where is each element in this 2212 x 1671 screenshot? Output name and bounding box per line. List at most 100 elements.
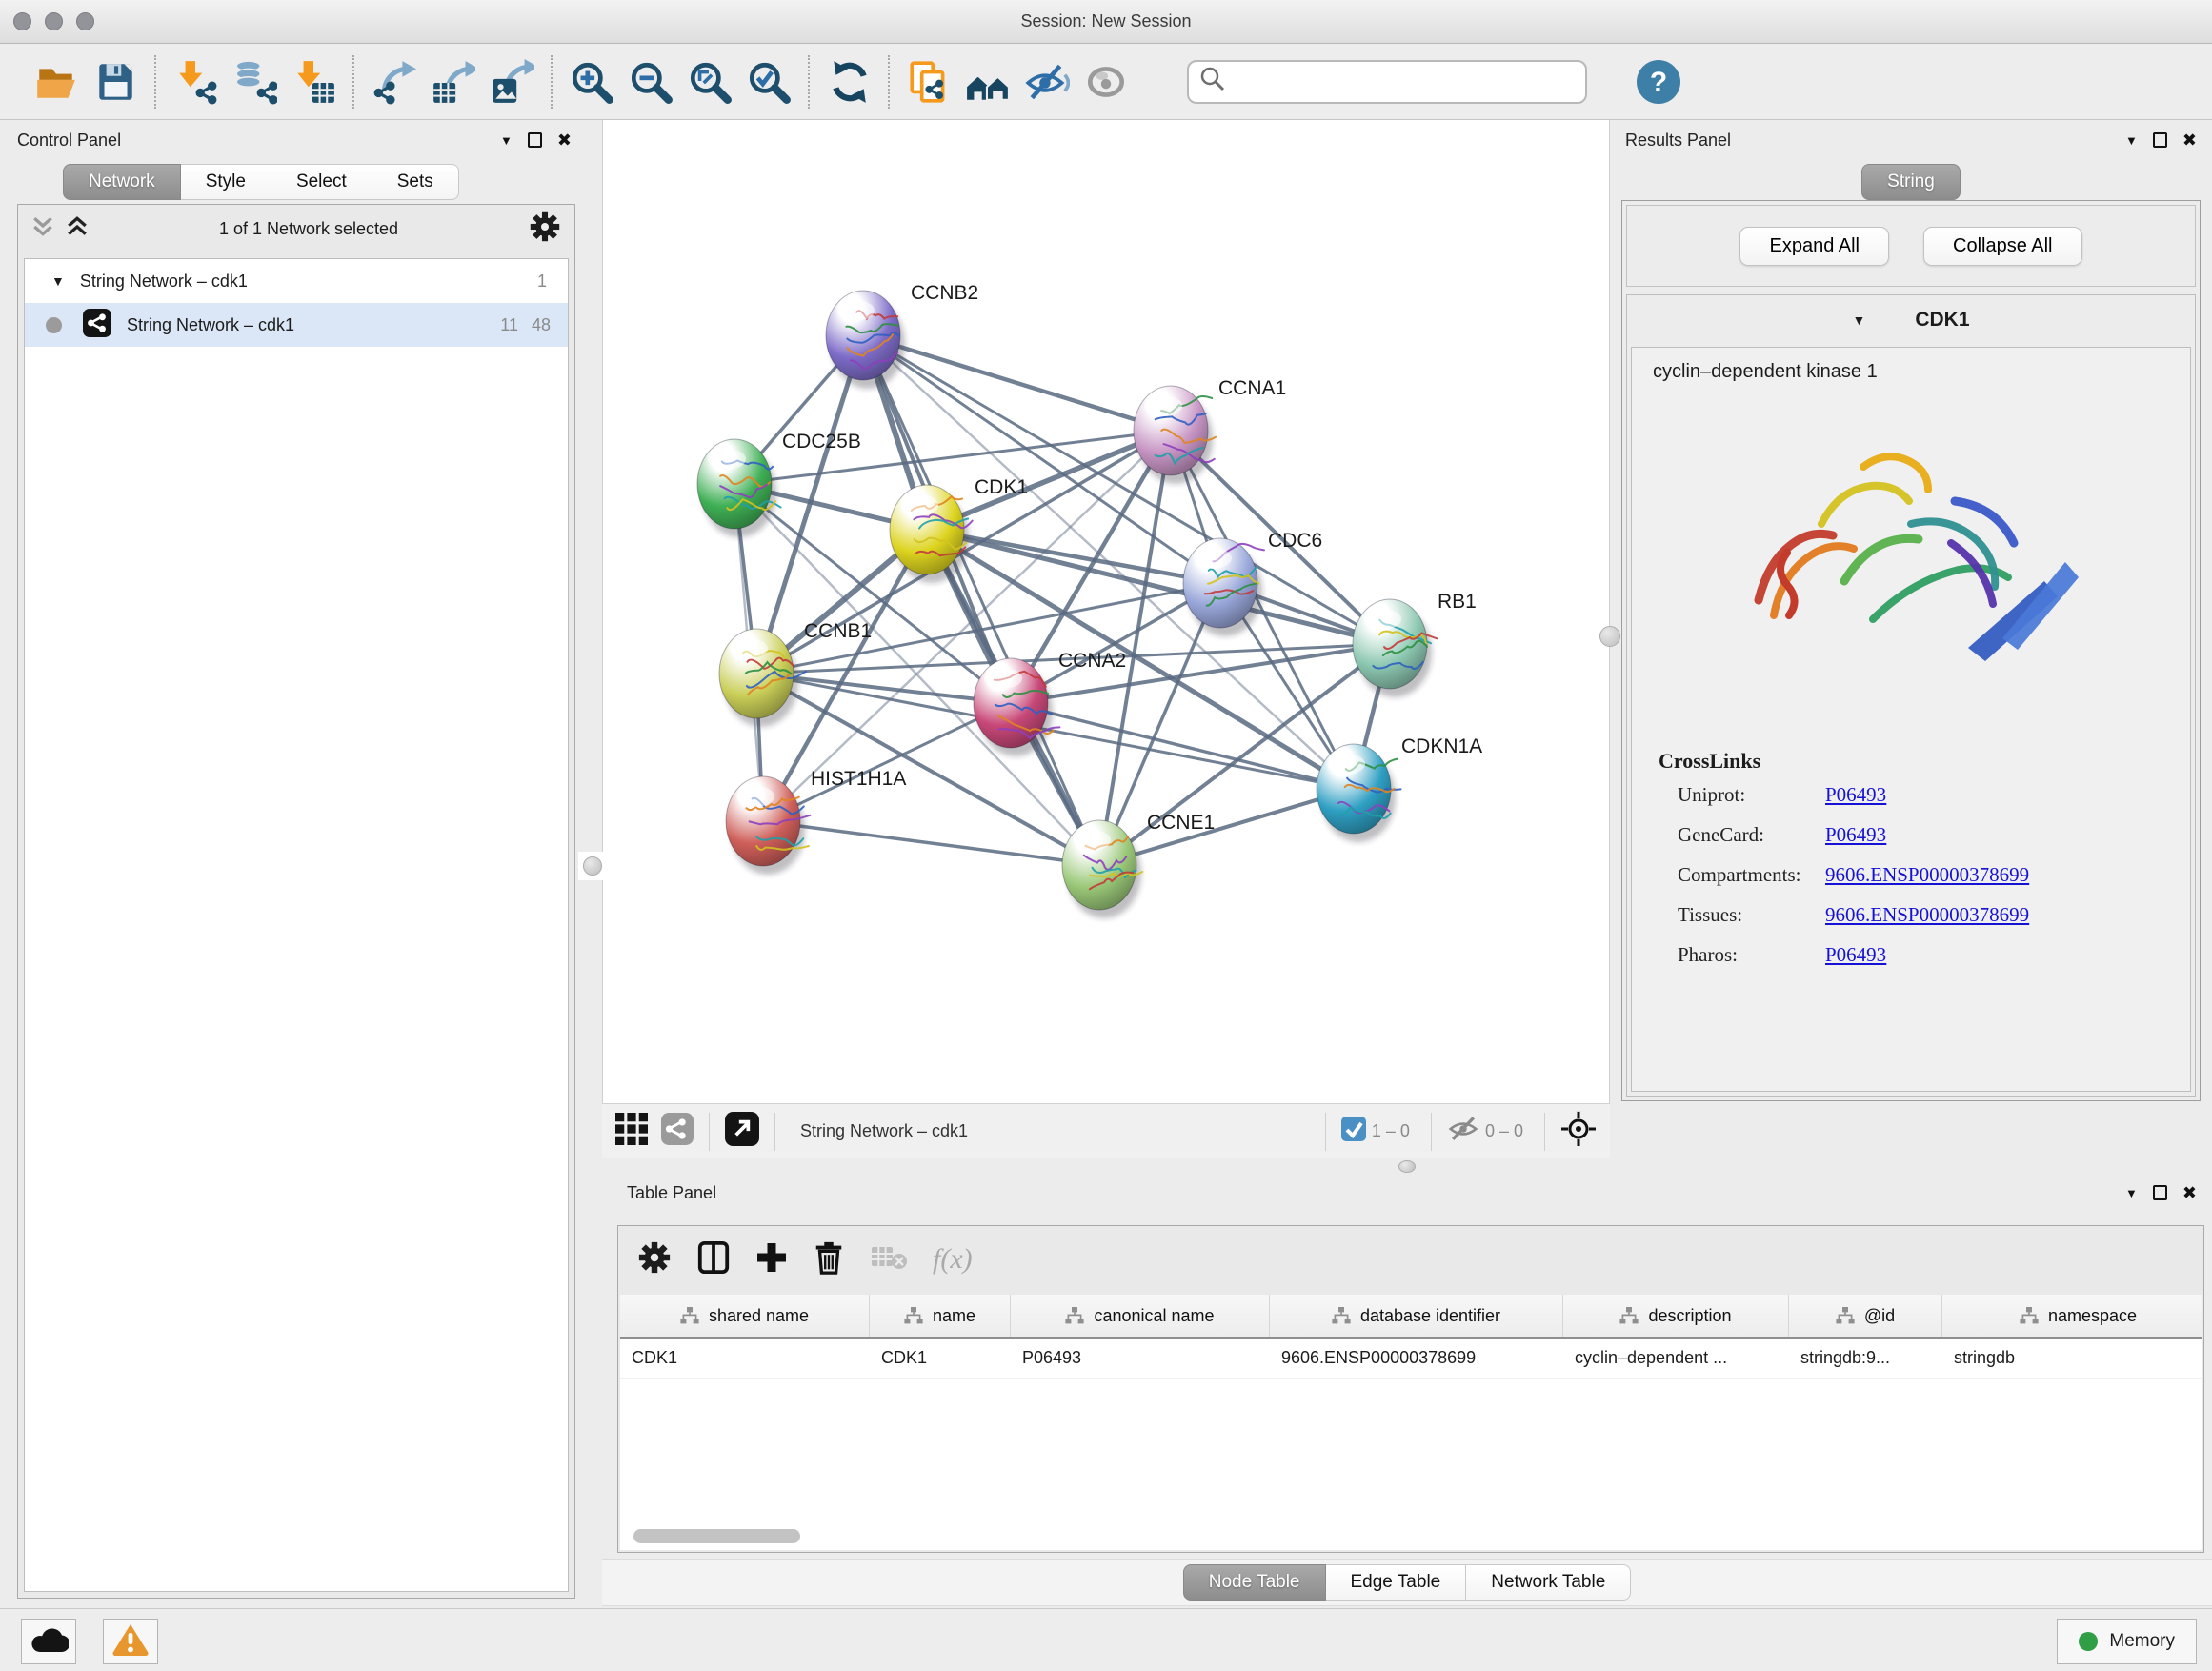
delete-column-icon[interactable] bbox=[813, 1240, 845, 1279]
table-cell[interactable]: P06493 bbox=[1011, 1348, 1270, 1368]
import-network-file-button[interactable] bbox=[166, 52, 225, 111]
collapse-all-networks-icon[interactable] bbox=[31, 215, 54, 243]
column-header-database-identifier[interactable]: database identifier bbox=[1270, 1295, 1563, 1337]
collapse-all-button[interactable]: Collapse All bbox=[1923, 227, 2082, 266]
import-table-file-button[interactable] bbox=[284, 52, 343, 111]
crosslink-link[interactable]: 9606.ENSP00000378699 bbox=[1825, 903, 2029, 926]
network-node-hist1h1a[interactable]: HIST1H1A bbox=[726, 768, 906, 875]
network-edge[interactable] bbox=[1011, 703, 1354, 789]
tab-select[interactable]: Select bbox=[271, 164, 372, 200]
column-header-namespace[interactable]: namespace bbox=[1942, 1295, 2212, 1337]
hidden-elements-icon[interactable] bbox=[1447, 1115, 1479, 1148]
search-input[interactable] bbox=[1227, 71, 1570, 91]
network-edge[interactable] bbox=[1099, 789, 1354, 865]
vertical-splitter-grip[interactable] bbox=[1599, 626, 1620, 647]
tab-node-table[interactable]: Node Table bbox=[1183, 1564, 1326, 1601]
table-cell[interactable]: cyclin–dependent ... bbox=[1563, 1348, 1789, 1368]
birdseye-view-icon[interactable] bbox=[1560, 1111, 1597, 1152]
network-row[interactable]: String Network – cdk1 11 48 bbox=[25, 303, 568, 347]
string-style-icon[interactable] bbox=[661, 1113, 694, 1150]
table-horizontal-scrollbar[interactable] bbox=[622, 1527, 2200, 1546]
crosslink-link[interactable]: P06493 bbox=[1825, 943, 1886, 966]
tab-network[interactable]: Network bbox=[63, 164, 181, 200]
tree-expand-icon[interactable]: ▼ bbox=[51, 273, 65, 289]
network-node-cdc25b[interactable]: CDC25B bbox=[697, 431, 861, 537]
float-panel-icon[interactable]: ▼ bbox=[2125, 133, 2138, 148]
close-panel-icon[interactable]: ✖ bbox=[557, 131, 572, 151]
add-column-icon[interactable] bbox=[755, 1241, 788, 1278]
table-cell[interactable]: CDK1 bbox=[620, 1348, 870, 1368]
protein-description: cyclin–dependent kinase 1 bbox=[1632, 348, 2190, 383]
zoom-out-button[interactable] bbox=[621, 52, 680, 111]
horizontal-splitter[interactable] bbox=[602, 1158, 2212, 1174]
float-panel-icon[interactable]: ▼ bbox=[500, 133, 513, 148]
network-node-ccne1[interactable]: CCNE1 bbox=[1062, 812, 1215, 918]
table-cell[interactable]: stringdb:9... bbox=[1789, 1348, 1942, 1368]
clone-network-button[interactable] bbox=[899, 52, 958, 111]
search-field[interactable] bbox=[1187, 60, 1587, 104]
network-edge[interactable] bbox=[863, 335, 1171, 431]
table-cell[interactable]: stringdb bbox=[1942, 1348, 2212, 1368]
network-node-rb1[interactable]: RB1 bbox=[1353, 591, 1477, 697]
hide-selected-button[interactable] bbox=[1017, 52, 1076, 111]
save-session-button[interactable] bbox=[86, 52, 145, 111]
zoom-fit-button[interactable] bbox=[680, 52, 739, 111]
zoom-selected-button[interactable] bbox=[739, 52, 798, 111]
crosslink-link[interactable]: P06493 bbox=[1825, 783, 1886, 806]
network-node-ccnb1[interactable]: CCNB1 bbox=[719, 620, 872, 727]
tab-edge-table[interactable]: Edge Table bbox=[1326, 1564, 1467, 1601]
maximize-panel-icon[interactable] bbox=[528, 132, 542, 148]
expand-all-button[interactable]: Expand All bbox=[1739, 227, 1889, 266]
column-header-shared-name[interactable]: shared name bbox=[620, 1295, 870, 1337]
float-panel-icon[interactable]: ▼ bbox=[2125, 1186, 2138, 1200]
export-image-button[interactable] bbox=[482, 52, 541, 111]
tab-string[interactable]: String bbox=[1861, 164, 1961, 200]
open-session-button[interactable] bbox=[27, 52, 86, 111]
network-edge[interactable] bbox=[763, 703, 1011, 821]
network-options-gear-icon[interactable] bbox=[529, 211, 561, 248]
close-panel-icon[interactable]: ✖ bbox=[2182, 131, 2197, 151]
crosslink-link[interactable]: P06493 bbox=[1825, 823, 1886, 846]
column-header-name[interactable]: name bbox=[870, 1295, 1011, 1337]
tab-style[interactable]: Style bbox=[181, 164, 271, 200]
scrollbar-thumb[interactable] bbox=[633, 1529, 800, 1543]
column-header--id[interactable]: @id bbox=[1789, 1295, 1942, 1337]
column-header-description[interactable]: description bbox=[1563, 1295, 1789, 1337]
network-edge[interactable] bbox=[763, 821, 1099, 865]
show-all-button[interactable] bbox=[1076, 52, 1136, 111]
export-network-button[interactable] bbox=[364, 52, 423, 111]
open-in-browser-icon[interactable] bbox=[725, 1112, 759, 1151]
tab-sets[interactable]: Sets bbox=[372, 164, 459, 200]
selected-nodes-checkbox[interactable] bbox=[1341, 1117, 1366, 1146]
node-label: CCNB2 bbox=[911, 282, 978, 304]
vertical-splitter-grip[interactable] bbox=[578, 852, 607, 880]
column-header-canonical-name[interactable]: canonical name bbox=[1011, 1295, 1270, 1337]
network-node-cdk1[interactable]: CDK1 bbox=[890, 476, 1028, 583]
memory-button[interactable]: Memory bbox=[2057, 1619, 2197, 1664]
network-view-canvas[interactable]: CCNB2 CCNA1 CDC25B CDK1 CDC6 R bbox=[602, 120, 1610, 1103]
tab-network-table[interactable]: Network Table bbox=[1466, 1564, 1631, 1601]
section-collapse-icon[interactable]: ▼ bbox=[1852, 312, 1865, 328]
import-network-database-button[interactable] bbox=[225, 52, 284, 111]
table-cell[interactable]: CDK1 bbox=[870, 1348, 1011, 1368]
export-table-button[interactable] bbox=[423, 52, 482, 111]
maximize-panel-icon[interactable] bbox=[2153, 132, 2167, 148]
network-collection-row[interactable]: ▼ String Network – cdk1 1 bbox=[25, 259, 568, 303]
help-button[interactable]: ? bbox=[1629, 52, 1688, 111]
crosslink-link[interactable]: 9606.ENSP00000378699 bbox=[1825, 863, 2029, 886]
grid-view-icon[interactable] bbox=[615, 1113, 648, 1150]
zoom-in-button[interactable] bbox=[562, 52, 621, 111]
network-node-cdkn1a[interactable]: CDKN1A bbox=[1317, 735, 1482, 842]
maximize-panel-icon[interactable] bbox=[2153, 1185, 2167, 1200]
warnings-button[interactable] bbox=[103, 1619, 158, 1664]
refresh-view-button[interactable] bbox=[819, 52, 878, 111]
table-row[interactable]: CDK1CDK1P064939606.ENSP00000378699cyclin… bbox=[620, 1339, 2202, 1379]
cloud-status-button[interactable] bbox=[21, 1619, 76, 1664]
expand-all-networks-icon[interactable] bbox=[66, 215, 89, 243]
table-cell[interactable]: 9606.ENSP00000378699 bbox=[1270, 1348, 1563, 1368]
first-neighbors-button[interactable] bbox=[958, 52, 1017, 111]
network-graph[interactable]: CCNB2 CCNA1 CDC25B CDK1 CDC6 R bbox=[603, 120, 1611, 1103]
close-panel-icon[interactable]: ✖ bbox=[2182, 1183, 2197, 1203]
show-columns-icon[interactable] bbox=[696, 1240, 731, 1279]
table-options-gear-icon[interactable] bbox=[637, 1240, 672, 1279]
